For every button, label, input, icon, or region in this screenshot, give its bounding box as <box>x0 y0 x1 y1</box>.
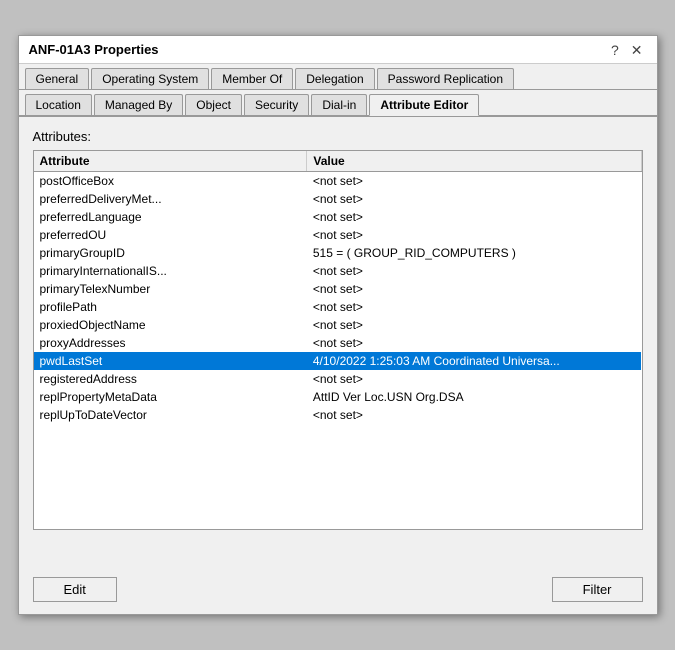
tab-delegation[interactable]: Delegation <box>295 68 374 89</box>
tab-managed-by[interactable]: Managed By <box>94 94 183 115</box>
table-row[interactable]: replUpToDateVector<not set> <box>34 406 642 424</box>
help-button[interactable]: ? <box>607 43 623 57</box>
tabs-row-1: General Operating System Member Of Deleg… <box>19 64 657 90</box>
table-row[interactable]: preferredLanguage<not set> <box>34 208 642 226</box>
tabs-row-2: Location Managed By Object Security Dial… <box>19 90 657 117</box>
cell-attribute: preferredOU <box>34 226 307 244</box>
tab-location[interactable]: Location <box>25 94 92 115</box>
tab-dial-in[interactable]: Dial-in <box>311 94 367 115</box>
footer: Edit Filter <box>19 569 657 614</box>
cell-value: <not set> <box>307 208 641 226</box>
table-row[interactable]: primaryInternationalIS...<not set> <box>34 262 642 280</box>
cell-value: <not set> <box>307 226 641 244</box>
cell-value: AttID Ver Loc.USN Org.DSA <box>307 388 641 406</box>
title-controls: ? ✕ <box>607 43 647 57</box>
cell-attribute: replUpToDateVector <box>34 406 307 424</box>
tab-security[interactable]: Security <box>244 94 309 115</box>
title-bar: ANF-01A3 Properties ? ✕ <box>19 36 657 64</box>
col-header-value: Value <box>307 151 641 172</box>
cell-value: <not set> <box>307 172 641 191</box>
cell-attribute: pwdLastSet <box>34 352 307 370</box>
table-scroll[interactable]: Attribute Value postOfficeBox<not set>pr… <box>34 151 642 529</box>
attributes-label: Attributes: <box>33 129 643 144</box>
table-row[interactable]: primaryTelexNumber<not set> <box>34 280 642 298</box>
cell-value: <not set> <box>307 316 641 334</box>
cell-attribute: proxiedObjectName <box>34 316 307 334</box>
table-row[interactable]: proxyAddresses<not set> <box>34 334 642 352</box>
col-header-attribute: Attribute <box>34 151 307 172</box>
table-row[interactable]: replPropertyMetaDataAttID Ver Loc.USN Or… <box>34 388 642 406</box>
table-row[interactable]: pwdLastSet4/10/2022 1:25:03 AM Coordinat… <box>34 352 642 370</box>
cell-value: <not set> <box>307 334 641 352</box>
table-row[interactable]: postOfficeBox<not set> <box>34 172 642 191</box>
cell-attribute: primaryInternationalIS... <box>34 262 307 280</box>
cell-attribute: profilePath <box>34 298 307 316</box>
cell-attribute: primaryTelexNumber <box>34 280 307 298</box>
table-row[interactable]: proxiedObjectName<not set> <box>34 316 642 334</box>
cell-attribute: replPropertyMetaData <box>34 388 307 406</box>
cell-value: <not set> <box>307 280 641 298</box>
edit-button[interactable]: Edit <box>33 577 117 602</box>
tab-attribute-editor[interactable]: Attribute Editor <box>369 94 479 116</box>
cell-attribute: preferredDeliveryMet... <box>34 190 307 208</box>
cell-value: 4/10/2022 1:25:03 AM Coordinated Univers… <box>307 352 641 370</box>
cell-attribute: proxyAddresses <box>34 334 307 352</box>
properties-dialog: ANF-01A3 Properties ? ✕ General Operatin… <box>18 35 658 615</box>
filter-button[interactable]: Filter <box>552 577 643 602</box>
tab-member-of[interactable]: Member Of <box>211 68 293 89</box>
cell-value: <not set> <box>307 298 641 316</box>
cell-value: <not set> <box>307 190 641 208</box>
tab-password-replication[interactable]: Password Replication <box>377 68 514 89</box>
table-row[interactable]: profilePath<not set> <box>34 298 642 316</box>
dialog-title: ANF-01A3 Properties <box>29 42 159 57</box>
table-row[interactable]: primaryGroupID515 = ( GROUP_RID_COMPUTER… <box>34 244 642 262</box>
close-button[interactable]: ✕ <box>627 43 647 57</box>
tab-general[interactable]: General <box>25 68 90 89</box>
cell-value: <not set> <box>307 370 641 388</box>
tab-operating-system[interactable]: Operating System <box>91 68 209 89</box>
cell-attribute: postOfficeBox <box>34 172 307 191</box>
content-area: Attributes: Attribute Value postOfficeBo… <box>19 117 657 569</box>
table-row[interactable]: preferredOU<not set> <box>34 226 642 244</box>
attributes-table: Attribute Value postOfficeBox<not set>pr… <box>34 151 642 424</box>
cell-value: <not set> <box>307 262 641 280</box>
cell-attribute: primaryGroupID <box>34 244 307 262</box>
table-row[interactable]: registeredAddress<not set> <box>34 370 642 388</box>
cell-value: 515 = ( GROUP_RID_COMPUTERS ) <box>307 244 641 262</box>
tab-object[interactable]: Object <box>185 94 242 115</box>
cell-value: <not set> <box>307 406 641 424</box>
attributes-table-container[interactable]: Attribute Value postOfficeBox<not set>pr… <box>33 150 643 530</box>
cell-attribute: registeredAddress <box>34 370 307 388</box>
table-row[interactable]: preferredDeliveryMet...<not set> <box>34 190 642 208</box>
cell-attribute: preferredLanguage <box>34 208 307 226</box>
